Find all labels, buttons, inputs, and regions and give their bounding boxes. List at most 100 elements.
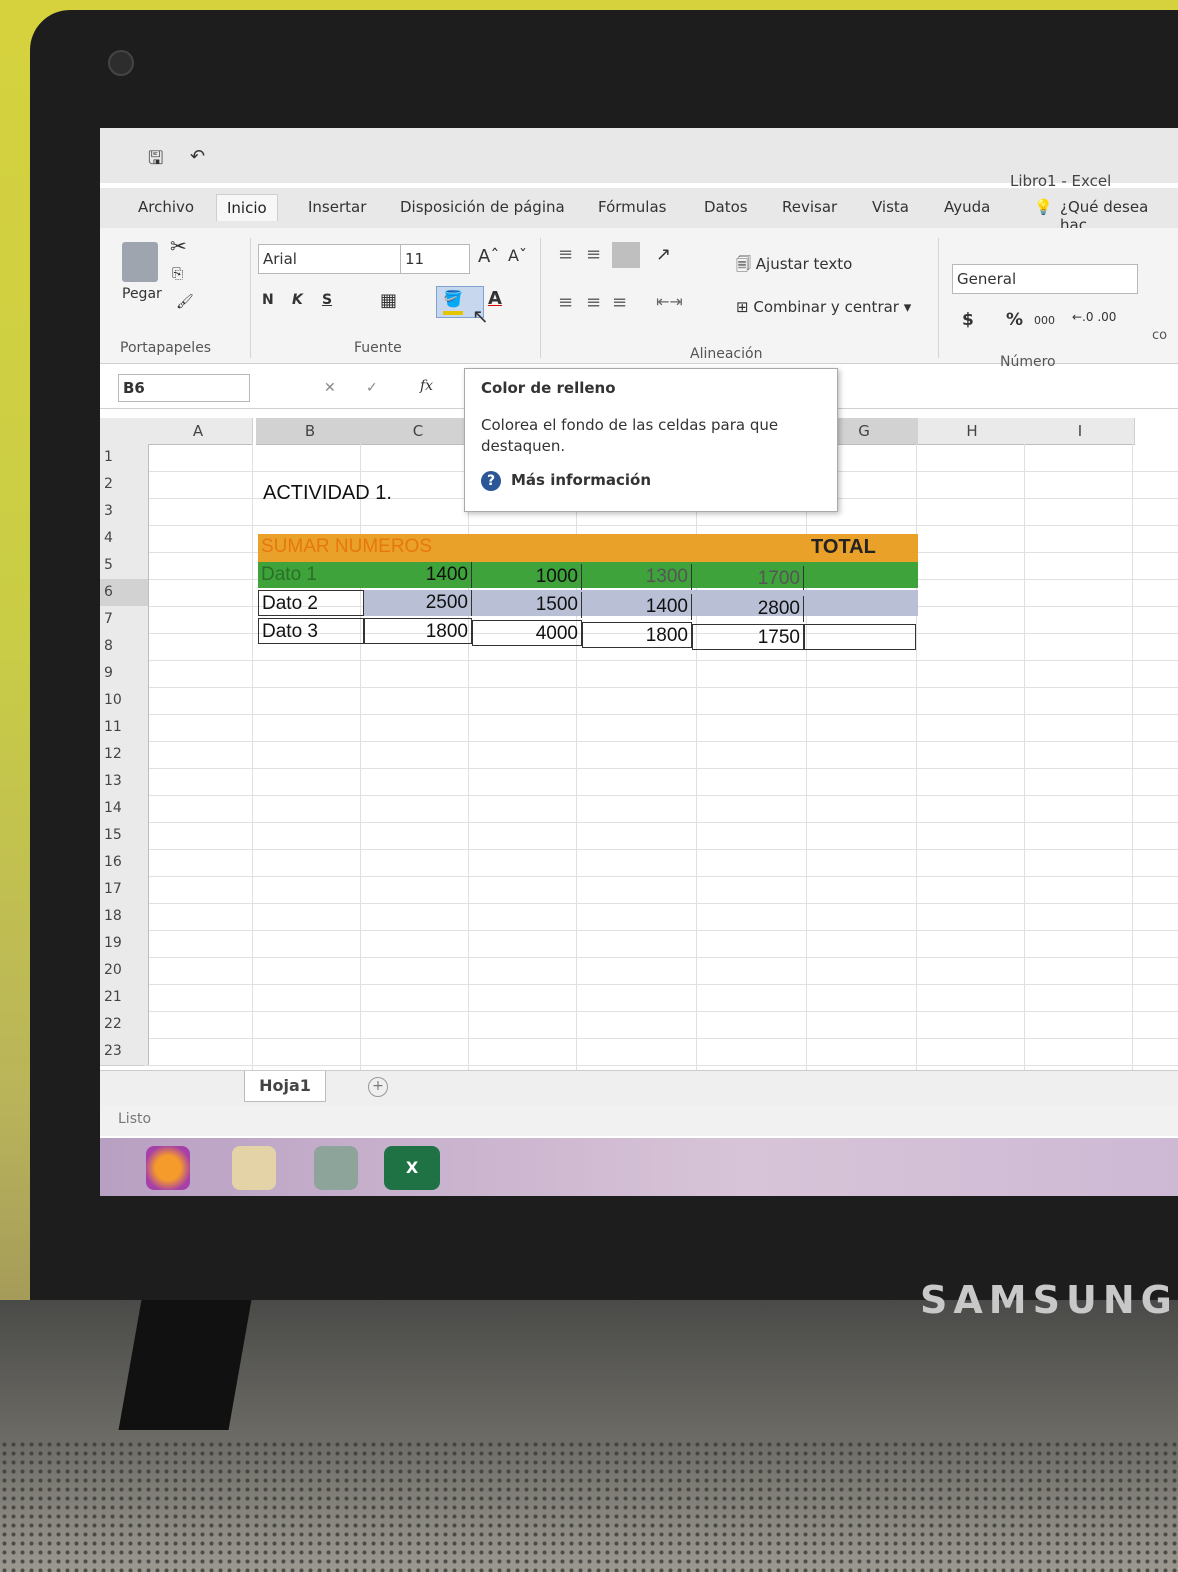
row-header[interactable]: 14: [100, 795, 149, 823]
value-cell[interactable]: 1400: [582, 594, 692, 620]
row-header[interactable]: 18: [100, 903, 149, 931]
align-left-icon[interactable]: ≡: [558, 292, 573, 313]
value-cell[interactable]: 1500: [472, 592, 582, 618]
align-middle-icon[interactable]: ≡: [586, 244, 601, 265]
row-header[interactable]: 10: [100, 687, 149, 715]
value-cell[interactable]: 2500: [364, 590, 472, 616]
col-header-b[interactable]: B: [256, 418, 365, 445]
save-icon[interactable]: 🖫: [148, 146, 163, 176]
label-dato-3[interactable]: Dato 3: [258, 618, 364, 644]
value-cell[interactable]: 1300: [582, 564, 692, 590]
tab-archivo[interactable]: Archivo: [128, 194, 204, 220]
value-cell[interactable]: 1700: [692, 566, 804, 592]
wrap-text-button[interactable]: 🗐 Ajustar texto: [736, 254, 852, 279]
row-header[interactable]: 5: [100, 552, 149, 580]
sheet-tab-hoja1[interactable]: Hoja1: [244, 1071, 326, 1102]
font-name-select[interactable]: Arial: [258, 244, 402, 274]
grow-font-icon[interactable]: Aˆ: [478, 246, 499, 267]
col-header-c[interactable]: C: [364, 418, 473, 445]
row-header[interactable]: 23: [100, 1038, 149, 1066]
row-header[interactable]: 19: [100, 930, 149, 958]
row-header[interactable]: 8: [100, 633, 149, 661]
tab-disposicion[interactable]: Disposición de página: [390, 194, 575, 220]
col-header-i[interactable]: I: [1026, 418, 1135, 445]
value-cell[interactable]: 1750: [692, 624, 804, 650]
format-painter-icon[interactable]: 🖌: [176, 294, 194, 310]
orientation-icon[interactable]: ↗: [656, 244, 671, 265]
number-format-select[interactable]: General: [952, 264, 1138, 294]
spreadsheet-grid[interactable]: A B C G H I 1 2 3 4 5 6 7 8 9 10 11 12 13 14 15 16 17 18 1…: [100, 418, 1178, 1098]
thousands-button[interactable]: 000: [1034, 314, 1055, 327]
tab-ayuda[interactable]: Ayuda: [934, 194, 1000, 220]
paste-icon[interactable]: [122, 242, 158, 282]
more-info-link[interactable]: ? Más información: [481, 471, 651, 491]
tab-formulas[interactable]: Fórmulas: [588, 194, 676, 220]
shrink-font-icon[interactable]: Aˇ: [508, 246, 527, 265]
label-dato-2[interactable]: Dato 2: [258, 590, 364, 616]
row-header[interactable]: 4: [100, 525, 149, 553]
ribbon: Pegar ✂ ⎘ 🖌 Portapapeles Arial 11 Aˆ Aˇ …: [100, 228, 1178, 370]
cut-icon[interactable]: ✂: [170, 234, 187, 258]
row-header[interactable]: 15: [100, 822, 149, 850]
value-cell[interactable]: 1800: [364, 618, 472, 644]
value-cell[interactable]: 1800: [582, 622, 692, 648]
borders-icon[interactable]: ▦: [380, 290, 397, 311]
name-box[interactable]: B6: [118, 374, 250, 402]
sheet-title[interactable]: ACTIVIDAD 1.: [260, 480, 460, 506]
decimal-icons[interactable]: ←.0 .00: [1072, 310, 1116, 324]
value-cell[interactable]: 1400: [364, 562, 472, 588]
enter-icon[interactable]: ✓: [366, 380, 378, 396]
align-center-icon[interactable]: ≡: [586, 292, 601, 313]
value-cell[interactable]: 1000: [472, 564, 582, 590]
copy-icon[interactable]: ⎘: [172, 266, 183, 282]
row-header[interactable]: 22: [100, 1011, 149, 1039]
fx-button[interactable]: fx: [420, 378, 433, 394]
tab-insertar[interactable]: Insertar: [298, 194, 376, 220]
percent-button[interactable]: %: [1006, 310, 1023, 330]
value-cell[interactable]: 2800: [692, 596, 804, 622]
label-dato-1[interactable]: Dato 1: [258, 562, 364, 588]
tab-datos[interactable]: Datos: [694, 194, 758, 220]
col-header-a[interactable]: A: [144, 418, 253, 445]
row-header[interactable]: 11: [100, 714, 149, 742]
tab-inicio[interactable]: Inicio: [216, 194, 278, 221]
paste-label[interactable]: Pegar: [122, 286, 162, 302]
firefox-icon[interactable]: [146, 1146, 190, 1190]
col-header-h[interactable]: H: [918, 418, 1027, 445]
excel-taskbar-icon[interactable]: X: [384, 1146, 440, 1190]
help-icon: ?: [481, 471, 501, 491]
row-header[interactable]: 6: [100, 579, 149, 607]
cancel-icon[interactable]: ✕: [324, 380, 336, 396]
row-header[interactable]: 21: [100, 984, 149, 1012]
row-header[interactable]: 13: [100, 768, 149, 796]
bold-button[interactable]: N: [262, 292, 274, 308]
align-bottom-icon[interactable]: [612, 242, 640, 268]
row-header[interactable]: 12: [100, 741, 149, 769]
add-sheet-icon[interactable]: +: [368, 1077, 388, 1097]
currency-button[interactable]: $: [962, 310, 974, 330]
row-header[interactable]: 1: [100, 444, 149, 472]
total-cell[interactable]: [804, 624, 916, 650]
row-header[interactable]: 2: [100, 471, 149, 499]
row-header[interactable]: 17: [100, 876, 149, 904]
file-manager-icon[interactable]: [232, 1146, 276, 1190]
row-header[interactable]: 16: [100, 849, 149, 877]
undo-icon[interactable]: ↶: [190, 146, 205, 167]
align-right-icon[interactable]: ≡: [612, 292, 627, 313]
indent-icon[interactable]: ⇤⇥: [656, 292, 683, 311]
merge-center-button[interactable]: ⊞ Combinar y centrar ▾: [736, 298, 911, 316]
row-header[interactable]: 9: [100, 660, 149, 688]
row-header[interactable]: 3: [100, 498, 149, 526]
font-color-icon[interactable]: A: [488, 288, 502, 309]
align-top-icon[interactable]: ≡: [558, 244, 573, 265]
tab-vista[interactable]: Vista: [862, 194, 919, 220]
value-cell[interactable]: 4000: [472, 620, 582, 646]
font-size-select[interactable]: 11: [400, 244, 470, 274]
italic-button[interactable]: K: [292, 292, 303, 308]
total-label[interactable]: TOTAL: [808, 534, 918, 562]
row-header[interactable]: 7: [100, 606, 149, 634]
app-icon[interactable]: [314, 1146, 358, 1190]
row-header[interactable]: 20: [100, 957, 149, 985]
tab-revisar[interactable]: Revisar: [772, 194, 847, 220]
underline-button[interactable]: S: [322, 292, 332, 308]
